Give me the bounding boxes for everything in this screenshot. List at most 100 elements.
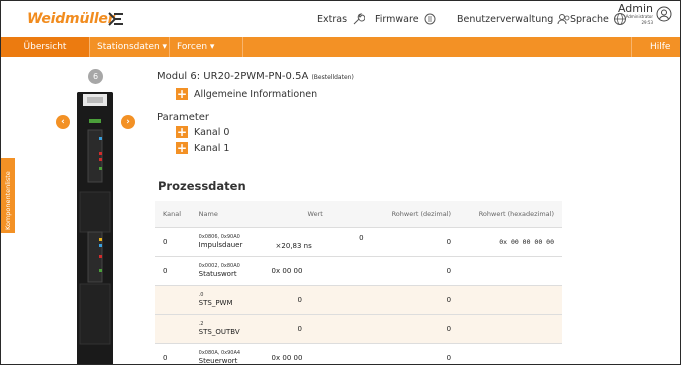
menu-hilfe[interactable]: Hilfe xyxy=(650,37,670,57)
cell-wert-value: 0 xyxy=(297,324,303,333)
cell-dezimal: 0 xyxy=(363,313,462,343)
cell-wert-unit: ×20,83 ns xyxy=(275,241,312,250)
nav-benutzerverwaltung-label: Benutzerverwaltung xyxy=(457,13,554,25)
module-info: Modul 6: UR20-2PWM-PN-0.5A (Bestelldaten… xyxy=(157,71,354,82)
user-avatar-icon xyxy=(656,6,672,22)
cell-dezimal: 0 xyxy=(363,255,462,285)
user-name: Admin xyxy=(617,2,653,15)
nav-firmware-label: Firmware xyxy=(375,13,419,25)
kanal-0-label: Kanal 0 xyxy=(194,126,230,138)
cell-name: .0 STS_PWM xyxy=(188,284,268,314)
cell-wert-value: 0 xyxy=(359,233,364,242)
cell-kanal: 0 xyxy=(155,255,189,285)
cell-hex: 0x 00 00 00 00 xyxy=(461,226,562,256)
cell-name-text: Steuerwort xyxy=(198,356,238,365)
col-name: Name xyxy=(188,201,268,227)
table-row: 0 0x080A, 0x90A4 Steuerwort 0x 00 00 0 xyxy=(155,342,562,365)
col-rohwert-dezimal: Rohwert (dezimal) xyxy=(363,201,462,227)
cell-wert: 0 ×20,83 ns xyxy=(267,226,364,256)
nav-extras-label: Extras xyxy=(317,13,348,25)
cell-name-text: STS_PWM xyxy=(198,298,233,307)
cell-name: 0x080A, 0x90A4 Steuerwort xyxy=(188,342,268,365)
process-data-table: Kanal Name Wert Rohwert (dezimal) Rohwer… xyxy=(155,201,562,365)
cell-wert: 0 xyxy=(267,284,364,314)
top-header: Weidmüller Extras Firmware Benutzerverwa… xyxy=(1,1,680,37)
module-title: Modul 6: UR20-2PWM-PN-0.5A (Bestelldaten… xyxy=(157,71,354,82)
module-title-text: Modul 6: UR20-2PWM-PN-0.5A xyxy=(157,71,309,82)
cell-wert-value: 0 xyxy=(297,295,303,304)
cell-kanal xyxy=(155,313,189,343)
cell-wert: 0x 00 00 xyxy=(267,342,364,364)
cell-name: 0x0002, 0x80A0 Statuswort xyxy=(188,255,268,285)
table-row: 0 0x0002, 0x80A0 Statuswort 0x 00 00 0 xyxy=(155,255,562,285)
refresh-icon xyxy=(424,13,436,25)
expand-kanal-1[interactable]: + Kanal 1 xyxy=(176,142,229,154)
cell-address: 0x0806, 0x90A0 xyxy=(198,233,240,240)
kanal-1-label: Kanal 1 xyxy=(194,142,230,154)
cell-dezimal: 0 xyxy=(363,284,462,314)
cell-wert: 0 xyxy=(267,313,364,343)
table-header-row: Kanal Name Wert Rohwert (dezimal) Rohwer… xyxy=(155,201,562,227)
brand-logo: Weidmüller xyxy=(27,11,115,27)
cell-kanal: 0 xyxy=(155,226,189,256)
cell-hex xyxy=(461,255,562,285)
cell-hex xyxy=(461,313,562,343)
menu-divider xyxy=(631,37,632,57)
cell-wert: 0x 00 00 xyxy=(267,255,364,285)
next-module-button[interactable]: › xyxy=(121,115,135,129)
cell-hex xyxy=(461,284,562,314)
cell-name-text: STS_OUTBV xyxy=(198,327,240,336)
main-menu: Übersicht Stationsdaten ▾ Forcen ▾ Hilfe xyxy=(1,37,680,57)
parameter-heading: Parameter xyxy=(157,112,210,123)
plus-icon: + xyxy=(176,87,188,101)
expand-general-info[interactable]: + Allgemeine Informationen xyxy=(176,88,317,100)
cell-dezimal: 0 xyxy=(363,226,462,256)
col-wert: Wert xyxy=(267,201,364,227)
session-timer: 29:53 xyxy=(641,20,653,25)
table-row: 0 0x0806, 0x90A0 Impulsdauer 0 ×20,83 ns… xyxy=(155,226,562,256)
cell-name: .2 STS_OUTBV xyxy=(188,313,268,343)
cell-wert-value: 0x 00 00 xyxy=(271,266,303,275)
cell-wert-value: 0x 00 00 xyxy=(271,353,303,362)
col-rohwert-hex: Rohwert (hexadezimal) xyxy=(461,201,562,227)
cell-dezimal: 0 xyxy=(363,342,462,364)
expand-kanal-0[interactable]: + Kanal 0 xyxy=(176,126,229,138)
cell-address: 0x0002, 0x80A0 xyxy=(198,262,240,269)
cell-address: .2 xyxy=(198,320,204,327)
slot-number-badge: 6 xyxy=(88,69,103,84)
menu-uebersicht[interactable]: Übersicht xyxy=(1,37,89,57)
col-kanal: Kanal xyxy=(155,201,189,227)
app-window: Weidmüller Extras Firmware Benutzerverwa… xyxy=(0,0,681,365)
component-list-tab[interactable]: Komponentenliste xyxy=(1,158,15,233)
component-list-tab-label: Komponentenliste xyxy=(4,171,12,230)
cell-kanal xyxy=(155,284,189,314)
menu-divider xyxy=(89,37,90,57)
module-image xyxy=(77,92,113,364)
nav-benutzerverwaltung[interactable]: Benutzerverwaltung xyxy=(457,12,571,26)
menu-divider xyxy=(169,37,170,57)
general-info-label: Allgemeine Informationen xyxy=(194,88,318,100)
plus-icon: + xyxy=(176,141,188,155)
process-data-heading: Prozessdaten xyxy=(158,179,246,193)
cell-kanal: 0 xyxy=(155,342,189,364)
nav-extras[interactable]: Extras xyxy=(317,12,366,26)
table-row: .0 STS_PWM 0 0 xyxy=(155,284,562,314)
plus-icon: + xyxy=(176,125,188,139)
brand-mark-icon xyxy=(108,12,123,26)
cell-address: 0x080A, 0x90A4 xyxy=(198,349,241,356)
cell-name-text: Statuswort xyxy=(198,269,237,278)
menu-forcen[interactable]: Forcen ▾ xyxy=(177,37,214,57)
table-row: .2 STS_OUTBV 0 0 xyxy=(155,313,562,343)
module-title-suffix: (Bestelldaten) xyxy=(311,74,354,81)
nav-firmware[interactable]: Firmware xyxy=(375,12,437,26)
nav-sprache-label: Sprache xyxy=(570,13,609,25)
prev-module-button[interactable]: ‹ xyxy=(56,115,70,129)
menu-divider xyxy=(242,37,243,57)
menu-stationsdaten[interactable]: Stationsdaten ▾ xyxy=(97,37,167,57)
user-menu[interactable]: Admin Administrator 29:53 xyxy=(618,3,672,25)
wrench-icon xyxy=(353,13,366,25)
cell-hex xyxy=(461,342,562,364)
cell-name: 0x0806, 0x90A0 Impulsdauer xyxy=(188,226,268,256)
cell-address: .0 xyxy=(198,291,204,298)
cell-name-text: Impulsdauer xyxy=(198,240,243,249)
